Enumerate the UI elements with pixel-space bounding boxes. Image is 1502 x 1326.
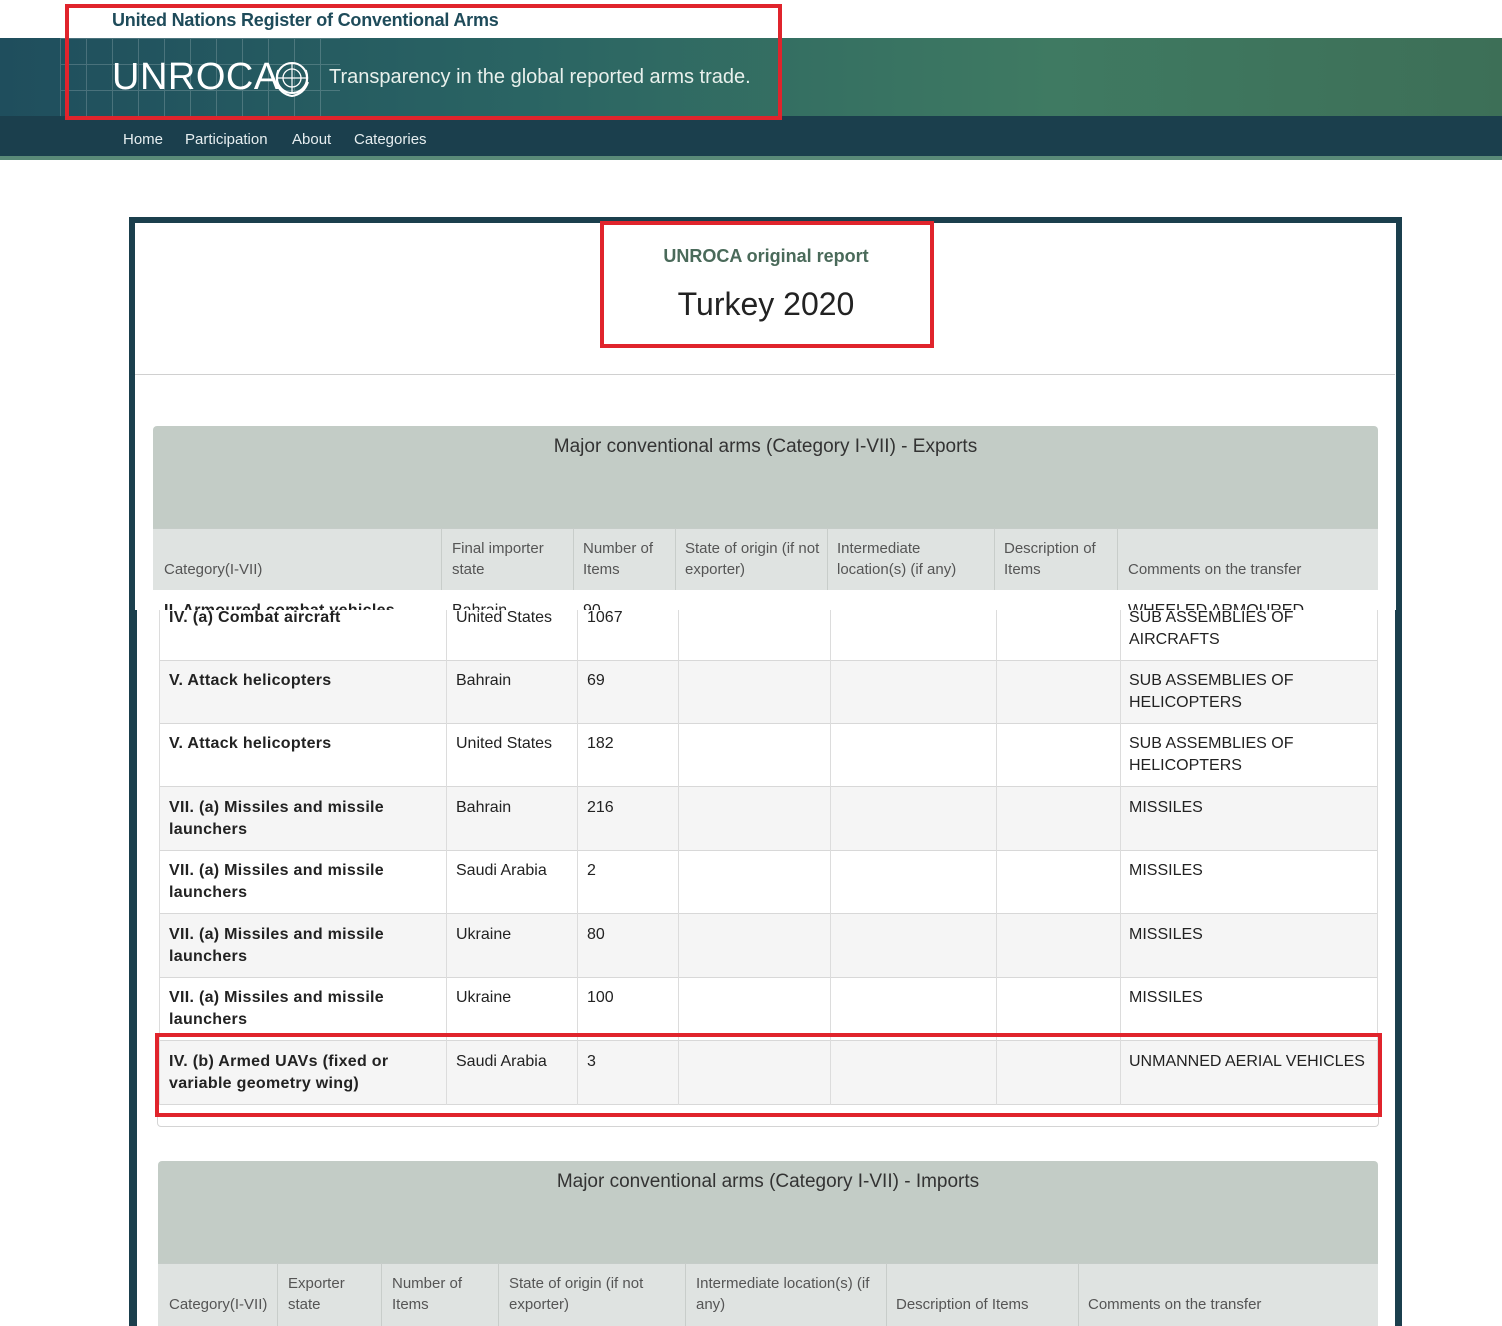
cell-comment: MISSILES bbox=[1129, 926, 1203, 943]
col-header-state-of-origin[interactable]: State of origin (if not exporter) bbox=[685, 538, 823, 580]
column-line bbox=[159, 610, 160, 1105]
cell-comment: SUB ASSEMBLIES OF HELICOPTERS bbox=[1129, 735, 1294, 774]
cell-items: 182 bbox=[587, 735, 614, 752]
exports-panel-heading: Major conventional arms (Category I-VII)… bbox=[153, 426, 1378, 528]
cell-importer: Ukraine bbox=[456, 989, 512, 1006]
col-header-state-of-origin[interactable]: State of origin (if not exporter) bbox=[509, 1273, 669, 1315]
column-line bbox=[1377, 610, 1378, 1105]
column-line bbox=[830, 610, 831, 1105]
col-header-category[interactable]: Category(I-VII) bbox=[164, 559, 262, 580]
imports-heading-text: Major conventional arms (Category I-VII)… bbox=[556, 1171, 980, 1192]
cell-importer: Ukraine bbox=[456, 926, 512, 943]
column-divider bbox=[886, 1263, 887, 1326]
cell-items: 1067 bbox=[587, 609, 623, 626]
cell-comment: MISSILES bbox=[1129, 862, 1203, 879]
highlight-box-uav-row bbox=[155, 1033, 1382, 1117]
cell-comment: SUB ASSEMBLIES OF HELICOPTERS bbox=[1129, 672, 1294, 711]
col-header-final-importer[interactable]: Final importer state bbox=[452, 538, 562, 580]
cell-items: 216 bbox=[587, 799, 614, 816]
col-header-description[interactable]: Description of Items bbox=[1004, 538, 1104, 580]
cell-category: VII. (a) Missiles and missile launchers bbox=[169, 799, 385, 838]
cell-importer: United States bbox=[456, 609, 553, 626]
cell-comment: SUB ASSEMBLIES OF AIRCRAFTS bbox=[1129, 609, 1294, 648]
cell-importer: Bahrain bbox=[456, 672, 512, 689]
cell-items: 100 bbox=[587, 989, 614, 1006]
column-divider bbox=[1078, 1263, 1079, 1326]
column-divider bbox=[277, 1263, 278, 1326]
col-header-description[interactable]: Description of Items bbox=[896, 1294, 1029, 1315]
cell-importer: Bahrain bbox=[456, 799, 512, 816]
col-header-intermediate-location[interactable]: Intermediate location(s) (if any) bbox=[696, 1273, 876, 1315]
cell-category: VII. (a) Missiles and missile launchers bbox=[169, 862, 385, 901]
cell-comment: MISSILES bbox=[1129, 989, 1203, 1006]
cell-items: 2 bbox=[587, 862, 596, 879]
nav-home[interactable]: Home bbox=[123, 131, 163, 148]
col-header-category[interactable]: Category(I-VII) bbox=[169, 1294, 267, 1315]
column-line bbox=[1120, 610, 1121, 1105]
cell-category: V. Attack helicopters bbox=[169, 672, 332, 689]
col-header-exporter-state[interactable]: Exporter state bbox=[288, 1273, 368, 1315]
highlight-box-report-title bbox=[600, 221, 934, 348]
col-header-comments[interactable]: Comments on the transfer bbox=[1128, 559, 1301, 580]
cell-comment: MISSILES bbox=[1129, 799, 1203, 816]
nav-participation[interactable]: Participation bbox=[185, 131, 268, 148]
highlight-box-header bbox=[65, 4, 782, 120]
cell-category: VII. (a) Missiles and missile launchers bbox=[169, 989, 385, 1028]
nav-about[interactable]: About bbox=[292, 131, 331, 148]
column-line bbox=[577, 610, 578, 1105]
column-divider bbox=[685, 1263, 686, 1326]
cell-category: VII. (a) Missiles and missile launchers bbox=[169, 926, 385, 965]
cell-items: 69 bbox=[587, 672, 605, 689]
imports-panel-heading: Major conventional arms (Category I-VII)… bbox=[158, 1161, 1378, 1263]
column-line bbox=[446, 610, 447, 1105]
col-header-intermediate-location[interactable]: Intermediate location(s) (if any) bbox=[837, 538, 987, 580]
cell-items: 80 bbox=[587, 926, 605, 943]
report-divider bbox=[135, 374, 1395, 375]
cell-importer: Saudi Arabia bbox=[456, 862, 547, 879]
nav-categories[interactable]: Categories bbox=[354, 131, 427, 148]
col-header-comments[interactable]: Comments on the transfer bbox=[1088, 1294, 1261, 1315]
exports-heading-text: Major conventional arms (Category I-VII)… bbox=[553, 436, 978, 457]
column-divider bbox=[381, 1263, 382, 1326]
cell-category: V. Attack helicopters bbox=[169, 735, 332, 752]
cell-importer: United States bbox=[456, 735, 553, 752]
column-line bbox=[996, 610, 997, 1105]
column-line bbox=[678, 610, 679, 1105]
cell-category: IV. (a) Combat aircraft bbox=[169, 609, 341, 626]
col-header-number-of-items[interactable]: Number of Items bbox=[392, 1273, 482, 1315]
col-header-number-of-items[interactable]: Number of Items bbox=[583, 538, 665, 580]
column-divider bbox=[498, 1263, 499, 1326]
